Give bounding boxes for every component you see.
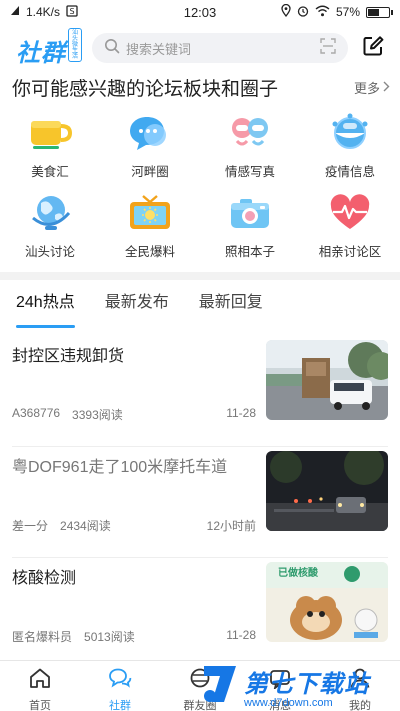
alarm-icon — [297, 5, 309, 20]
chat-bubble-icon — [127, 112, 173, 154]
edit-icon — [362, 35, 384, 62]
post-title: 封控区违规卸货 — [12, 348, 125, 365]
category-label: 照相本子 — [224, 245, 275, 259]
category-label: 河畔圈 — [131, 165, 169, 179]
watermark-title: 第七下载站 — [244, 671, 369, 698]
category-baoliao[interactable]: 全民爆料 — [100, 192, 200, 262]
couple-icon — [227, 112, 273, 154]
more-link[interactable]: 更多 — [354, 78, 390, 97]
watermark-logo-icon — [200, 662, 240, 711]
camera-icon — [227, 192, 273, 234]
logo-subtext: 汕头微生活 — [68, 28, 82, 62]
category-qinggan[interactable]: 情感写真 — [200, 112, 300, 182]
category-shantou[interactable]: 汕头讨论 — [0, 192, 100, 262]
section-title: 你可能感兴趣的论坛板块和圈子 — [12, 79, 279, 100]
community-icon — [108, 667, 132, 694]
post-meta: A368776 3393阅读 11-28 — [12, 406, 256, 423]
logo-text: 社群 — [16, 40, 66, 67]
top-header: 社群 汕头微生活 搜索关键词 — [0, 28, 400, 68]
nav-home[interactable]: 首页 — [0, 661, 80, 711]
post-views: 3393阅读 — [72, 408, 123, 422]
network-speed: 1.4K/s — [26, 5, 61, 19]
heart-pulse-icon — [327, 192, 373, 234]
post-button[interactable] — [358, 33, 388, 63]
post-title: 核酸检测 — [12, 570, 77, 587]
watermark: 第七下载站 www.d7down.com — [200, 662, 400, 711]
app-notification-icon: S — [66, 4, 78, 20]
tab-latest-replies[interactable]: 最新回复 — [199, 286, 263, 326]
post-meta: 匿名爆料员 5013阅读 11-28 — [12, 628, 256, 645]
status-bar: 1.4K/s S 12:03 57% — [0, 0, 400, 24]
more-label: 更多 — [353, 81, 380, 96]
post-views: 2434阅读 — [60, 519, 111, 533]
battery-icon — [366, 6, 393, 18]
tv-icon — [127, 192, 173, 234]
post-time: 12小时前 — [206, 519, 256, 533]
svg-text:S: S — [69, 7, 74, 16]
chevron-right-icon — [383, 80, 390, 95]
location-icon — [281, 3, 291, 20]
category-label: 美食汇 — [31, 165, 69, 179]
post-thumbnail — [266, 451, 388, 531]
post-views: 5013阅读 — [84, 630, 135, 644]
tab-24h-hot[interactable]: 24h热点 — [16, 286, 75, 328]
category-zhaoxiang[interactable]: 照相本子 — [200, 192, 300, 262]
app-logo: 社群 汕头微生活 — [16, 28, 82, 68]
home-icon — [28, 667, 52, 694]
nav-label: 社群 — [109, 700, 131, 711]
category-label: 汕头讨论 — [24, 245, 75, 259]
post-thumbnail: 已做核酸 — [266, 562, 388, 642]
category-label: 疫情信息 — [324, 165, 375, 179]
post-item[interactable]: 核酸检测 匿名爆料员 5013阅读 11-28 已做核酸 — [12, 558, 388, 669]
search-bar[interactable]: 搜索关键词 — [92, 33, 348, 63]
wifi-icon — [315, 5, 330, 20]
post-author: 差一分 — [12, 519, 49, 533]
cup-icon — [27, 112, 73, 154]
virus-icon — [327, 112, 373, 154]
category-xiangqin[interactable]: 相亲讨论区 — [300, 192, 400, 262]
post-list: 封控区违规卸货 A368776 3393阅读 11-28 粤DOF961走了10… — [0, 336, 400, 669]
post-time: 11-28 — [226, 406, 256, 420]
svg-text:已做核酸: 已做核酸 — [278, 566, 319, 579]
post-item[interactable]: 粤DOF961走了100米摩托车道 差一分 2434阅读 12小时前 — [12, 447, 388, 558]
category-hepanquan[interactable]: 河畔圈 — [100, 112, 200, 182]
nav-label: 首页 — [29, 700, 51, 711]
post-author: A368776 — [12, 406, 61, 420]
section-divider — [0, 272, 400, 280]
search-icon — [104, 38, 120, 59]
post-title: 粤DOF961走了100米摩托车道 — [12, 459, 228, 476]
category-label: 情感写真 — [224, 165, 275, 179]
post-author: 匿名爆料员 — [12, 630, 73, 644]
post-item[interactable]: 封控区违规卸货 A368776 3393阅读 11-28 — [12, 336, 388, 447]
search-input[interactable]: 搜索关键词 — [126, 39, 320, 58]
scan-icon[interactable] — [320, 37, 336, 59]
category-label: 相亲讨论区 — [318, 245, 382, 259]
post-meta: 差一分 2434阅读 12小时前 — [12, 517, 256, 534]
tab-latest-posts[interactable]: 最新发布 — [105, 286, 169, 326]
category-grid: 美食汇 河畔圈 情感写真 疫情信息 汕头讨论 全民爆料 照相本子 相亲讨论区 — [0, 112, 400, 262]
category-meishihui[interactable]: 美食汇 — [0, 112, 100, 182]
feed-tabs: 24h热点 最新发布 最新回复 — [0, 286, 400, 328]
battery-percent: 57% — [335, 5, 360, 19]
post-thumbnail — [266, 340, 388, 420]
post-time: 11-28 — [226, 628, 256, 642]
watermark-url: www.d7down.com — [244, 697, 333, 709]
category-yiqing[interactable]: 疫情信息 — [300, 112, 400, 182]
nav-community[interactable]: 社群 — [80, 661, 160, 711]
category-label: 全民爆料 — [124, 245, 175, 259]
globe-icon — [27, 192, 73, 234]
signal-icon — [10, 5, 20, 19]
